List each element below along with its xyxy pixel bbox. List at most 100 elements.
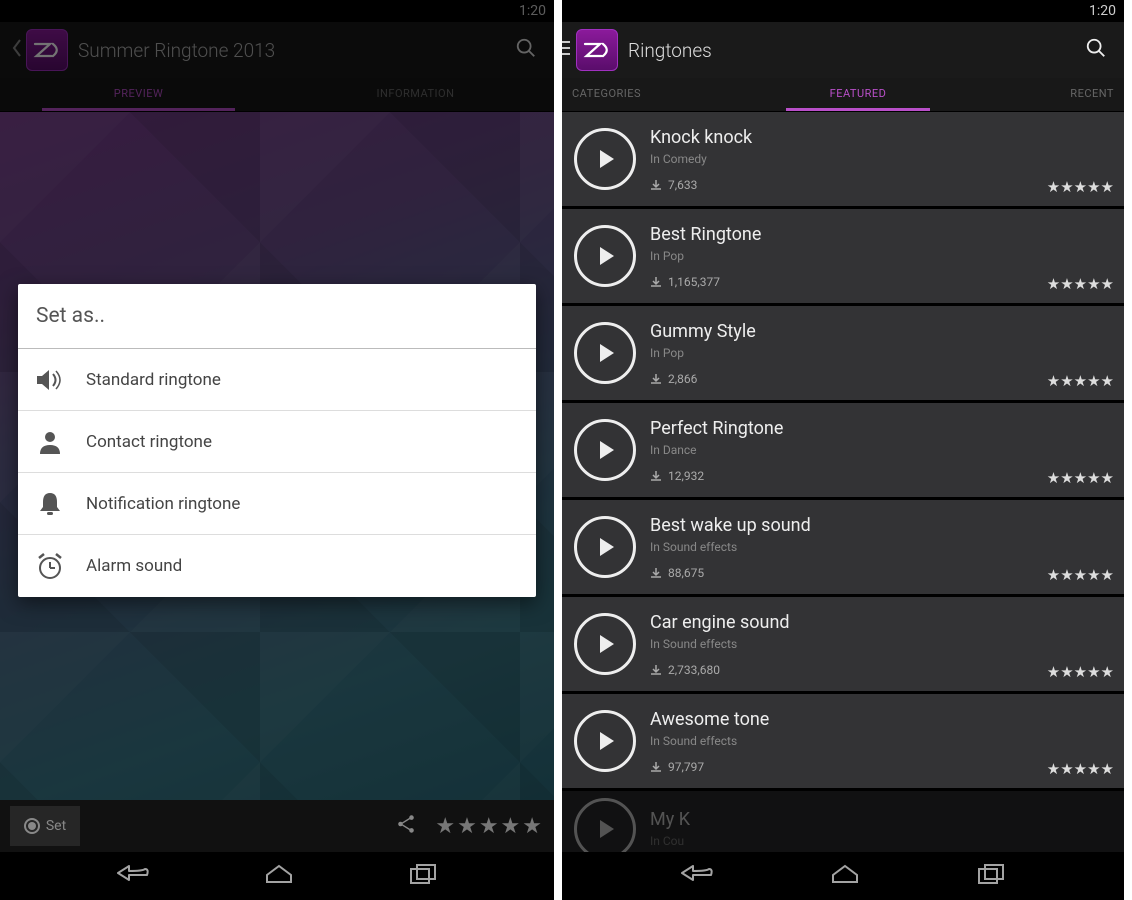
play-button[interactable] [574, 798, 636, 853]
option-label: Alarm sound [86, 556, 182, 576]
rating-stars: ★★★★★ [1047, 760, 1114, 778]
search-button[interactable] [1076, 37, 1116, 63]
nav-bar [0, 852, 554, 900]
rating-stars: ★★★★★ [1047, 469, 1114, 487]
ringtone-category: In Sound effects [650, 637, 1112, 651]
download-count: 12,932 [650, 469, 1112, 483]
play-button[interactable] [574, 613, 636, 675]
tab-preview[interactable]: PREVIEW [0, 78, 277, 111]
person-icon [32, 429, 68, 455]
ringtone-row[interactable]: Gummy StyleIn Pop2,866★★★★★ [562, 306, 1124, 403]
play-button[interactable] [574, 516, 636, 578]
download-count: 2,733,680 [650, 663, 1112, 677]
set-label: Set [46, 818, 66, 834]
ringtone-info: Best RingtoneIn Pop1,165,377 [650, 224, 1112, 289]
rating-stars: ★★★★★ [1047, 178, 1114, 196]
nav-home[interactable] [830, 862, 860, 890]
status-bar: 1:20 [562, 0, 1124, 22]
option-notification-ringtone[interactable]: Notification ringtone [18, 473, 536, 535]
option-contact-ringtone[interactable]: Contact ringtone [18, 411, 536, 473]
nav-back[interactable] [115, 862, 149, 890]
share-button[interactable] [395, 813, 417, 839]
zedge-logo-icon [582, 40, 612, 60]
share-icon [395, 813, 417, 835]
download-icon [650, 470, 662, 482]
option-standard-ringtone[interactable]: Standard ringtone [18, 349, 536, 411]
download-icon [650, 179, 662, 191]
ringtone-title: Awesome tone [650, 709, 1112, 730]
alarm-icon [32, 552, 68, 580]
play-button[interactable] [574, 128, 636, 190]
ringtone-info: Best wake up soundIn Sound effects88,675 [650, 515, 1112, 580]
tab-information[interactable]: INFORMATION [277, 78, 554, 111]
download-count: 97,797 [650, 760, 1112, 774]
nav-back[interactable] [679, 862, 713, 890]
rating-stars: ★★★★★ [1047, 275, 1114, 293]
back-button[interactable] [8, 38, 26, 63]
ringtone-row[interactable]: Knock knockIn Comedy7,633★★★★★ [562, 112, 1124, 209]
tab-categories[interactable]: CATEGORIES [566, 78, 666, 111]
search-button[interactable] [506, 37, 546, 63]
drawer-handle[interactable] [562, 28, 570, 68]
play-button[interactable] [574, 322, 636, 384]
play-icon [592, 728, 618, 754]
search-icon [515, 37, 537, 59]
ringtone-list[interactable]: Knock knockIn Comedy7,633★★★★★Best Ringt… [562, 112, 1124, 852]
ringtone-row[interactable]: Perfect RingtoneIn Dance12,932★★★★★ [562, 403, 1124, 500]
ringtone-category: In Sound effects [650, 734, 1112, 748]
tab-recent[interactable]: RECENT [1050, 78, 1120, 111]
zedge-logo-icon [32, 40, 62, 60]
dialog-title: Set as.. [18, 284, 536, 349]
download-icon [650, 276, 662, 288]
play-icon [592, 340, 618, 366]
clock: 1:20 [519, 3, 546, 19]
download-icon [650, 567, 662, 579]
radio-icon [24, 818, 40, 834]
home-icon [264, 862, 294, 886]
ringtone-category: In Pop [650, 346, 1112, 360]
tab-featured[interactable]: FEATURED [778, 78, 938, 111]
page-title: Summer Ringtone 2013 [78, 39, 506, 62]
ringtone-info: Car engine soundIn Sound effects2,733,68… [650, 612, 1112, 677]
download-icon [650, 664, 662, 676]
ringtone-row[interactable]: My KIn Cou [562, 791, 1124, 852]
ringtone-row[interactable]: Best RingtoneIn Pop1,165,377★★★★★ [562, 209, 1124, 306]
nav-recents[interactable] [977, 863, 1007, 889]
ringtone-category: In Cou [650, 834, 1112, 848]
app-bar: Summer Ringtone 2013 [0, 22, 554, 78]
rating-stars: ★★★★★ [1047, 663, 1114, 681]
play-button[interactable] [574, 710, 636, 772]
ringtone-category: In Dance [650, 443, 1112, 457]
status-bar: 1:20 [0, 0, 554, 22]
ringtone-row[interactable]: Car engine soundIn Sound effects2,733,68… [562, 597, 1124, 694]
play-icon [592, 437, 618, 463]
nav-recents[interactable] [409, 863, 439, 889]
app-logo[interactable] [576, 29, 618, 71]
rating-stars[interactable]: ★★★★★ [435, 814, 544, 839]
option-label: Standard ringtone [86, 370, 221, 390]
page-title: Ringtones [628, 39, 1076, 62]
download-icon [650, 761, 662, 773]
detail-screen: 1:20 Summer Ringtone 2013 PREVIEW INFORM… [0, 0, 562, 900]
download-count: 88,675 [650, 566, 1112, 580]
nav-home[interactable] [264, 862, 294, 890]
recents-icon [977, 863, 1007, 885]
play-icon [592, 816, 618, 842]
download-count: 7,633 [650, 178, 1112, 192]
app-bar: Ringtones [562, 22, 1124, 78]
option-alarm-sound[interactable]: Alarm sound [18, 535, 536, 597]
app-logo[interactable] [26, 29, 68, 71]
play-button[interactable] [574, 225, 636, 287]
detail-tabs: PREVIEW INFORMATION [0, 78, 554, 112]
ringtone-row[interactable]: Awesome tone In Sound effects 97,797★★★★★ [562, 694, 1124, 791]
ringtone-category: In Comedy [650, 152, 1112, 166]
play-button[interactable] [574, 419, 636, 481]
search-icon [1085, 37, 1107, 59]
recents-icon [409, 863, 439, 885]
ringtone-row[interactable]: Best wake up soundIn Sound effects88,675… [562, 500, 1124, 597]
ringtone-info: Gummy StyleIn Pop2,866 [650, 321, 1112, 386]
set-button[interactable]: Set [10, 806, 80, 846]
ringtone-info: Awesome tone In Sound effects 97,797 [650, 709, 1112, 774]
chevron-left-icon [12, 38, 22, 58]
back-icon [679, 862, 713, 886]
